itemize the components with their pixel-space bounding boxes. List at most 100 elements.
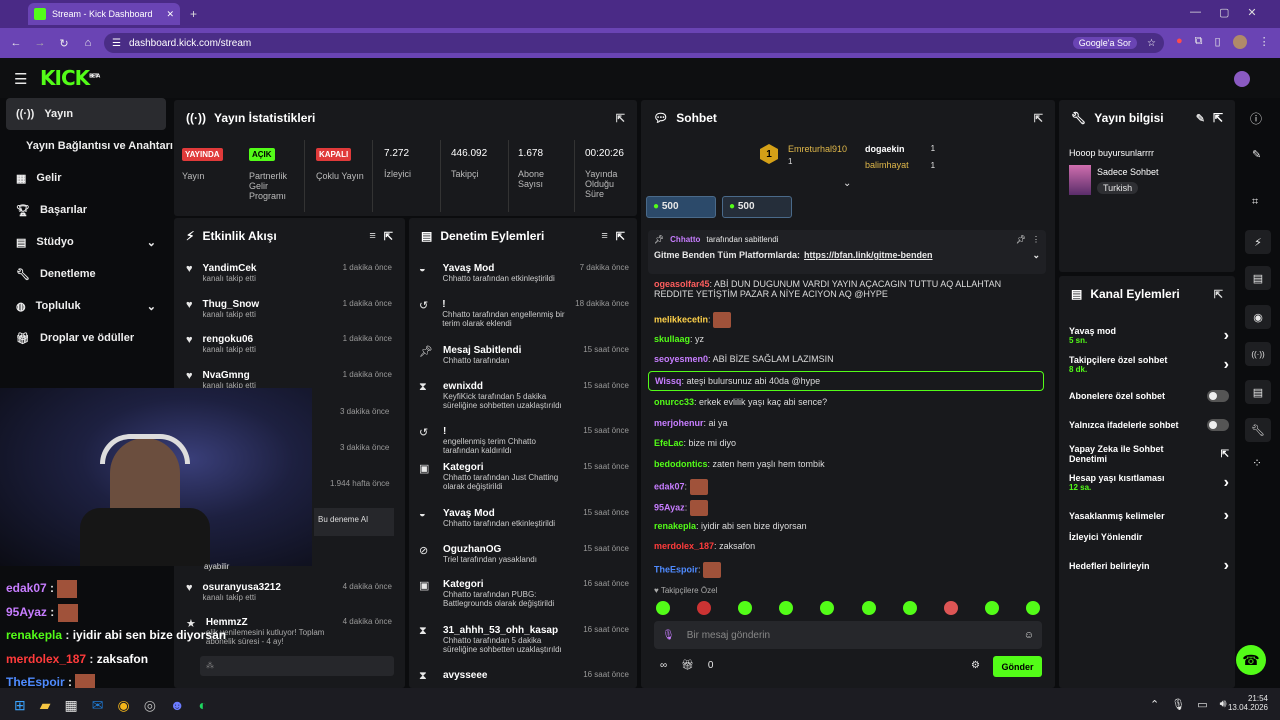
- chat-username[interactable]: onurcc33: [654, 397, 694, 407]
- extension-red-icon[interactable]: ●: [1176, 35, 1183, 49]
- sidebar-item-denetleme[interactable]: 🔧︎ Denetleme: [6, 258, 166, 290]
- chat-username[interactable]: EfeLac: [654, 438, 684, 448]
- user-avatar[interactable]: [1234, 71, 1250, 87]
- chat-username[interactable]: TheEspoir: [654, 564, 698, 574]
- channel-action[interactable]: Hesap yaşı kısıtlaması 12 sa. ›: [1069, 473, 1229, 492]
- leaderboard-expand-icon[interactable]: ⌄: [843, 178, 851, 189]
- document-icon[interactable]: ▤: [1245, 266, 1271, 290]
- popout-icon[interactable]: ⇱: [384, 230, 393, 243]
- popout-icon[interactable]: ⇱: [1214, 288, 1223, 301]
- windows-start-icon[interactable]: ⊞: [14, 697, 26, 714]
- category-name[interactable]: Sadece Sohbet: [1097, 167, 1159, 177]
- chevron-up-icon[interactable]: ⌃: [1150, 698, 1159, 711]
- chat-input[interactable]: 🎙︎ Bir mesaj gönderin ☺: [654, 621, 1042, 649]
- menu-icon[interactable]: ⋮: [1259, 35, 1270, 49]
- more-icon[interactable]: ⋮: [1032, 235, 1040, 244]
- emoji-icon[interactable]: ☺: [1024, 630, 1034, 641]
- discord-icon[interactable]: ☻: [170, 697, 185, 714]
- maximize-icon[interactable]: ▢: [1219, 6, 1229, 19]
- toggle-switch[interactable]: [1207, 390, 1229, 402]
- emote-icon[interactable]: [1025, 601, 1040, 615]
- popout-icon[interactable]: ⇱: [1034, 112, 1043, 125]
- profile-avatar[interactable]: [1232, 35, 1247, 49]
- browser-tab[interactable]: Stream - Kick Dashboard ✕: [28, 3, 180, 25]
- studio-icon[interactable]: ▤: [1245, 380, 1271, 404]
- forward-icon[interactable]: →: [32, 35, 48, 51]
- channel-action[interactable]: Abonelere özel sohbet: [1069, 390, 1229, 402]
- sidebar-item-stream-key[interactable]: Yayın Bağlantısı ve Anahtarı: [6, 130, 178, 162]
- outlook-icon[interactable]: ✉: [92, 697, 104, 714]
- channel-action[interactable]: Yavaş mod 5 sn. ›: [1069, 326, 1229, 345]
- send-button[interactable]: Gönder: [993, 656, 1042, 677]
- sidebar-icon[interactable]: ▯: [1215, 35, 1221, 49]
- edit-icon[interactable]: ✎: [1196, 112, 1205, 125]
- chat-username[interactable]: edak07: [654, 481, 685, 491]
- feed-reply-bar[interactable]: ⁂: [200, 656, 394, 676]
- sidebar-item-studyo[interactable]: ▤ Stüdyo ⌄: [6, 226, 166, 258]
- sidebar-item-droplar[interactable]: 🎁︎ Droplar ve ödüller: [6, 322, 166, 354]
- unpin-icon[interactable]: 📌︎: [1016, 235, 1026, 244]
- store-icon[interactable]: ▦: [65, 697, 78, 714]
- hamburger-icon[interactable]: ☰: [14, 70, 27, 88]
- emote-icon[interactable]: [943, 601, 958, 615]
- new-tab-icon[interactable]: +: [190, 7, 197, 21]
- google-ask-button[interactable]: Google'a Sor: [1072, 37, 1138, 49]
- focus-icon[interactable]: ⌗: [1252, 196, 1258, 209]
- network-icon[interactable]: ▭: [1197, 698, 1207, 711]
- channel-action[interactable]: İzleyici Yönlendir: [1069, 532, 1229, 542]
- language-tag[interactable]: Turkish: [1097, 182, 1139, 194]
- chevron-down-icon[interactable]: ⌄: [1032, 250, 1040, 261]
- filter-icon[interactable]: ≡: [369, 230, 375, 242]
- chat-username[interactable]: Wissq: [655, 376, 681, 386]
- chat-username[interactable]: 95Ayaz: [654, 502, 685, 512]
- goal-pill[interactable]: ● 500: [722, 196, 792, 218]
- file-explorer-icon[interactable]: ▰: [40, 697, 51, 714]
- extensions-icon[interactable]: ⧉: [1195, 35, 1203, 49]
- sidebar-item-gelir[interactable]: ▦ Gelir: [6, 162, 166, 194]
- close-icon[interactable]: ✕: [1247, 6, 1256, 19]
- lightning-icon[interactable]: ⚡︎: [1245, 230, 1271, 254]
- popout-icon[interactable]: ⇱: [616, 230, 625, 243]
- emote-icon[interactable]: [861, 601, 876, 615]
- popout-icon[interactable]: ⇱: [1213, 111, 1223, 125]
- sidebar-item-yayin[interactable]: ((·)) Yayın: [6, 98, 166, 130]
- channel-action[interactable]: Takipçilere özel sohbet 8 dk. ›: [1069, 355, 1229, 374]
- chat-icon[interactable]: ◉: [1245, 305, 1271, 329]
- goal-pill[interactable]: ● 500: [646, 196, 716, 218]
- chat-settings-icon[interactable]: ⚙: [971, 660, 980, 671]
- chat-username[interactable]: merjohenur: [654, 418, 704, 428]
- filter-icon[interactable]: ≡: [601, 230, 607, 242]
- emote-icon[interactable]: [656, 601, 670, 615]
- wrench-icon[interactable]: 🔧︎: [1245, 418, 1271, 442]
- emote-icon[interactable]: [984, 601, 999, 615]
- clock[interactable]: 21:54 13.04.2026: [1224, 694, 1268, 712]
- infinity-icon[interactable]: ∞: [660, 660, 667, 671]
- chat-username[interactable]: seoyesmen0: [654, 354, 708, 364]
- popout-icon[interactable]: ⇱: [616, 112, 625, 125]
- gift-icon[interactable]: 🎁︎: [681, 660, 694, 671]
- spotify-icon[interactable]: ◐: [199, 697, 207, 714]
- broadcast-icon[interactable]: ((·)): [1245, 342, 1271, 366]
- minimize-icon[interactable]: —: [1190, 6, 1201, 19]
- emote-icon[interactable]: [779, 601, 794, 615]
- emote-icon[interactable]: [902, 601, 917, 615]
- chat-username[interactable]: bedodontics: [654, 459, 708, 469]
- chat-username[interactable]: merdolex_187: [654, 541, 714, 551]
- channel-action[interactable]: Yasaklanmış kelimeler ›: [1069, 507, 1229, 525]
- star-icon[interactable]: ☆: [1147, 38, 1156, 49]
- reload-icon[interactable]: ↻: [56, 35, 72, 51]
- toggle-switch[interactable]: [1207, 419, 1229, 431]
- chat-username[interactable]: renakepla: [654, 521, 696, 531]
- kick-logo[interactable]: KICKBETA: [40, 66, 100, 90]
- steam-icon[interactable]: ◎: [144, 697, 156, 714]
- edit-icon[interactable]: ✎: [1252, 148, 1261, 161]
- sidebar-item-topluluk[interactable]: ◍ Topluluk ⌄: [6, 290, 166, 322]
- site-info-icon[interactable]: ☰: [112, 38, 121, 49]
- close-icon[interactable]: ✕: [166, 9, 174, 20]
- info-icon[interactable]: ⓘ: [1250, 110, 1262, 127]
- emote-icon[interactable]: [820, 601, 835, 615]
- chat-username[interactable]: skullaag: [654, 334, 690, 344]
- mic-icon[interactable]: 🎙︎: [662, 630, 675, 641]
- address-bar[interactable]: ☰ dashboard.kick.com/stream Google'a Sor…: [104, 33, 1164, 53]
- emote-icon[interactable]: [697, 601, 712, 615]
